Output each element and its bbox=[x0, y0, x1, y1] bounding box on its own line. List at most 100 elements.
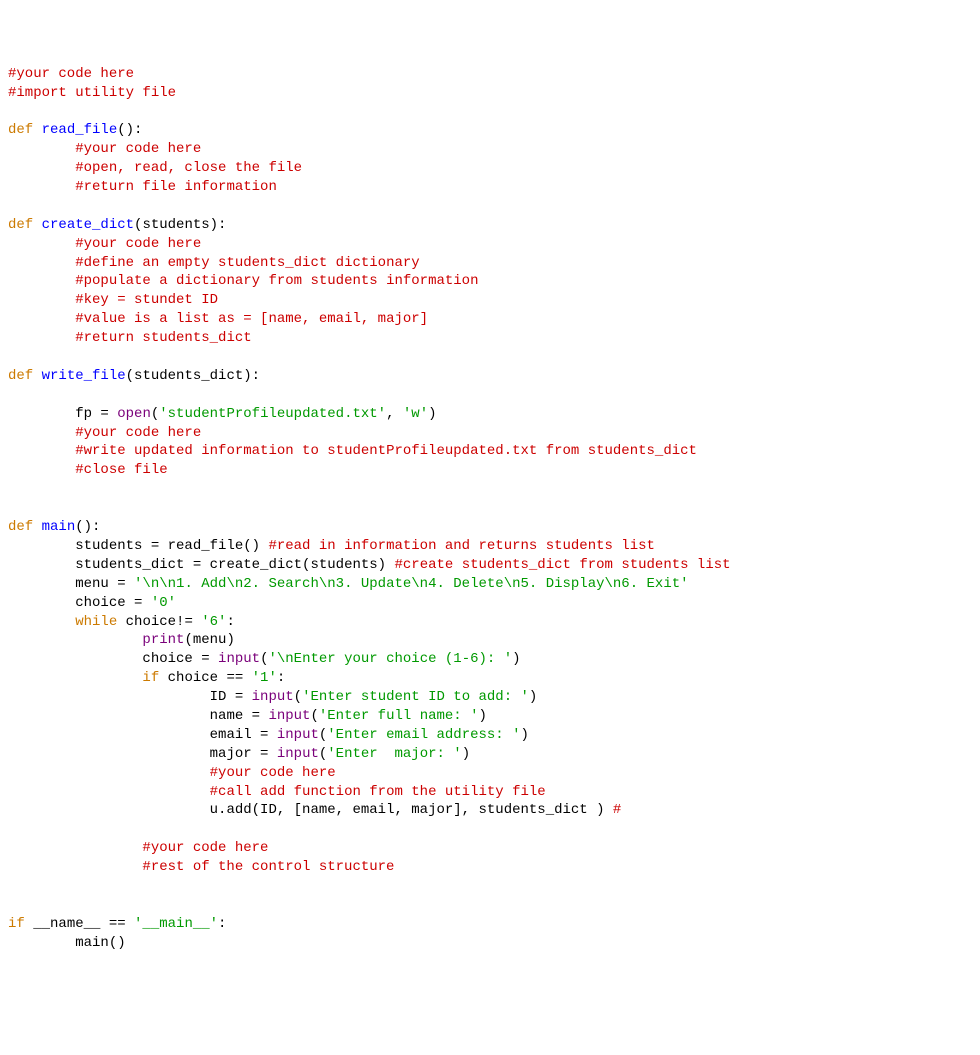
keyword-if: if bbox=[8, 916, 25, 932]
indent bbox=[8, 330, 75, 346]
keyword-while: while bbox=[75, 614, 117, 630]
paren: ) bbox=[512, 651, 520, 667]
colon: : bbox=[277, 670, 285, 686]
indent bbox=[8, 708, 210, 724]
indent bbox=[8, 292, 75, 308]
indent bbox=[8, 746, 210, 762]
indent bbox=[8, 425, 75, 441]
func-write-file: write_file bbox=[42, 368, 126, 384]
code-text: email = bbox=[210, 727, 277, 743]
paren: ( bbox=[310, 708, 318, 724]
string: 'Enter email address: ' bbox=[327, 727, 520, 743]
indent bbox=[8, 670, 142, 686]
comment: #close file bbox=[75, 462, 167, 478]
paren: ) bbox=[428, 406, 436, 422]
call-input: input bbox=[218, 651, 260, 667]
comment: #your code here bbox=[75, 141, 201, 157]
string: 'Enter major: ' bbox=[327, 746, 461, 762]
indent bbox=[8, 160, 75, 176]
keyword-if: if bbox=[142, 670, 159, 686]
paren: ( bbox=[151, 406, 159, 422]
indent bbox=[8, 255, 75, 271]
string: '1' bbox=[252, 670, 277, 686]
comment: #write updated information to studentPro… bbox=[75, 443, 697, 459]
paren: ) bbox=[521, 727, 529, 743]
indent bbox=[8, 802, 210, 818]
indent bbox=[8, 576, 75, 592]
indent bbox=[8, 614, 75, 630]
indent bbox=[8, 840, 142, 856]
comment: #value is a list as = [name, email, majo… bbox=[75, 311, 428, 327]
keyword-def: def bbox=[8, 519, 33, 535]
paren: ) bbox=[462, 746, 470, 762]
comment: #import utility file bbox=[8, 85, 176, 101]
code-text: menu = bbox=[75, 576, 134, 592]
func-create-dict: create_dict bbox=[42, 217, 134, 233]
code-text: students_dict = create_dict(students) bbox=[75, 557, 394, 573]
signature: (): bbox=[117, 122, 142, 138]
string: 'w' bbox=[403, 406, 428, 422]
indent bbox=[8, 935, 75, 951]
indent bbox=[8, 651, 142, 667]
code-text: choice = bbox=[142, 651, 218, 667]
indent bbox=[8, 273, 75, 289]
comment: #key = stundet ID bbox=[75, 292, 218, 308]
string: 'Enter student ID to add: ' bbox=[302, 689, 529, 705]
keyword-def: def bbox=[8, 217, 33, 233]
indent bbox=[8, 311, 75, 327]
paren: ) bbox=[529, 689, 537, 705]
string: '\n\n1. Add\n2. Search\n3. Update\n4. De… bbox=[134, 576, 689, 592]
indent bbox=[8, 538, 75, 554]
indent bbox=[8, 406, 75, 422]
string: 'Enter full name: ' bbox=[319, 708, 479, 724]
code-block: #your code here #import utility file def… bbox=[8, 65, 972, 953]
indent bbox=[8, 236, 75, 252]
keyword-def: def bbox=[8, 368, 33, 384]
string-main: '__main__' bbox=[134, 916, 218, 932]
comma: , bbox=[386, 406, 403, 422]
comment: #your code here bbox=[75, 236, 201, 252]
string: '6' bbox=[201, 614, 226, 630]
signature: (students_dict): bbox=[126, 368, 260, 384]
code-text: choice!= bbox=[117, 614, 201, 630]
code-text: major = bbox=[210, 746, 277, 762]
comment: #your code here bbox=[142, 840, 268, 856]
func-read-file: read_file bbox=[42, 122, 118, 138]
func-main: main bbox=[42, 519, 76, 535]
call-print: print bbox=[142, 632, 184, 648]
indent bbox=[8, 462, 75, 478]
paren: ( bbox=[294, 689, 302, 705]
colon: : bbox=[226, 614, 234, 630]
comment: #define an empty students_dict dictionar… bbox=[75, 255, 419, 271]
code-text: u.add(ID, [name, email, major], students… bbox=[210, 802, 613, 818]
string: '0' bbox=[151, 595, 176, 611]
indent bbox=[8, 632, 142, 648]
indent bbox=[8, 443, 75, 459]
comment: #your code here bbox=[75, 425, 201, 441]
code-text: students = read_file() bbox=[75, 538, 268, 554]
indent bbox=[8, 689, 210, 705]
call-input: input bbox=[268, 708, 310, 724]
comment: #populate a dictionary from students inf… bbox=[75, 273, 478, 289]
call-input: input bbox=[252, 689, 294, 705]
indent bbox=[8, 765, 210, 781]
indent bbox=[8, 141, 75, 157]
indent bbox=[8, 727, 210, 743]
code-text: (menu) bbox=[184, 632, 234, 648]
code-text: choice = bbox=[75, 595, 151, 611]
call-input: input bbox=[277, 746, 319, 762]
comment: #your code here bbox=[210, 765, 336, 781]
indent bbox=[8, 859, 142, 875]
code-text: choice == bbox=[159, 670, 251, 686]
paren: ) bbox=[479, 708, 487, 724]
colon: : bbox=[218, 916, 226, 932]
comment: #return file information bbox=[75, 179, 277, 195]
indent bbox=[8, 179, 75, 195]
keyword-def: def bbox=[8, 122, 33, 138]
indent bbox=[8, 784, 210, 800]
code-text: __name__ == bbox=[25, 916, 134, 932]
string: '\nEnter your choice (1-6): ' bbox=[268, 651, 512, 667]
code-text: name = bbox=[210, 708, 269, 724]
comment: # bbox=[613, 802, 621, 818]
call-input: input bbox=[277, 727, 319, 743]
